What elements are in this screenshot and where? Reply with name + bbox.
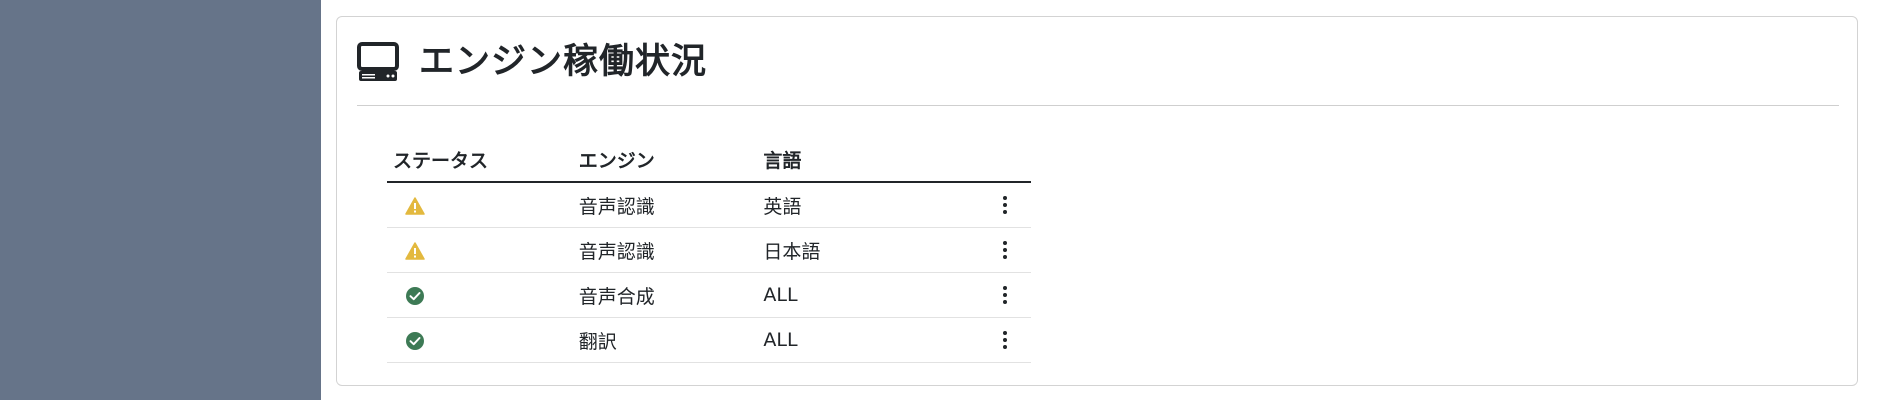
header-divider	[357, 105, 1839, 106]
warning-icon	[405, 241, 425, 260]
page-title: エンジン稼働状況	[419, 42, 708, 82]
engine-cell: 音声認識	[572, 182, 758, 228]
engine-status-card: エンジン稼働状況 ステータス エンジン 言語 音声認識 英語 音声認識 日本語 …	[336, 16, 1858, 386]
language-cell: ALL	[757, 317, 944, 363]
sidebar	[0, 0, 321, 400]
warning-icon	[405, 196, 425, 215]
more-vertical-icon[interactable]	[993, 280, 1017, 310]
actions-cell	[943, 272, 1031, 318]
card-header: エンジン稼働状況	[357, 41, 707, 83]
column-header-status: ステータス	[387, 137, 573, 183]
column-header-actions	[943, 137, 1031, 183]
language-cell: ALL	[757, 272, 944, 318]
check-circle-icon	[406, 331, 424, 350]
column-header-language: 言語	[757, 137, 944, 183]
table-row: 音声合成 ALL	[387, 272, 1031, 318]
status-cell	[387, 182, 573, 228]
status-cell	[387, 227, 573, 273]
table-row: 翻訳 ALL	[387, 317, 1031, 363]
column-header-engine: エンジン	[572, 137, 758, 183]
language-cell: 英語	[757, 182, 944, 228]
status-cell	[387, 317, 573, 363]
engine-cell: 翻訳	[572, 317, 758, 363]
status-cell	[387, 272, 573, 318]
more-vertical-icon[interactable]	[993, 190, 1017, 220]
engine-cell: 音声認識	[572, 227, 758, 273]
engine-table: ステータス エンジン 言語 音声認識 英語 音声認識 日本語 音声合成 ALL …	[387, 137, 1031, 363]
more-vertical-icon[interactable]	[993, 235, 1017, 265]
table-row: 音声認識 日本語	[387, 227, 1031, 273]
actions-cell	[943, 182, 1031, 228]
actions-cell	[943, 317, 1031, 363]
engine-cell: 音声合成	[572, 272, 758, 318]
table-row: 音声認識 英語	[387, 182, 1031, 228]
more-vertical-icon[interactable]	[993, 325, 1017, 355]
table-header-row: ステータス エンジン 言語	[387, 137, 1031, 183]
actions-cell	[943, 227, 1031, 273]
computer-icon	[357, 42, 399, 81]
check-circle-icon	[406, 286, 424, 305]
language-cell: 日本語	[757, 227, 944, 273]
